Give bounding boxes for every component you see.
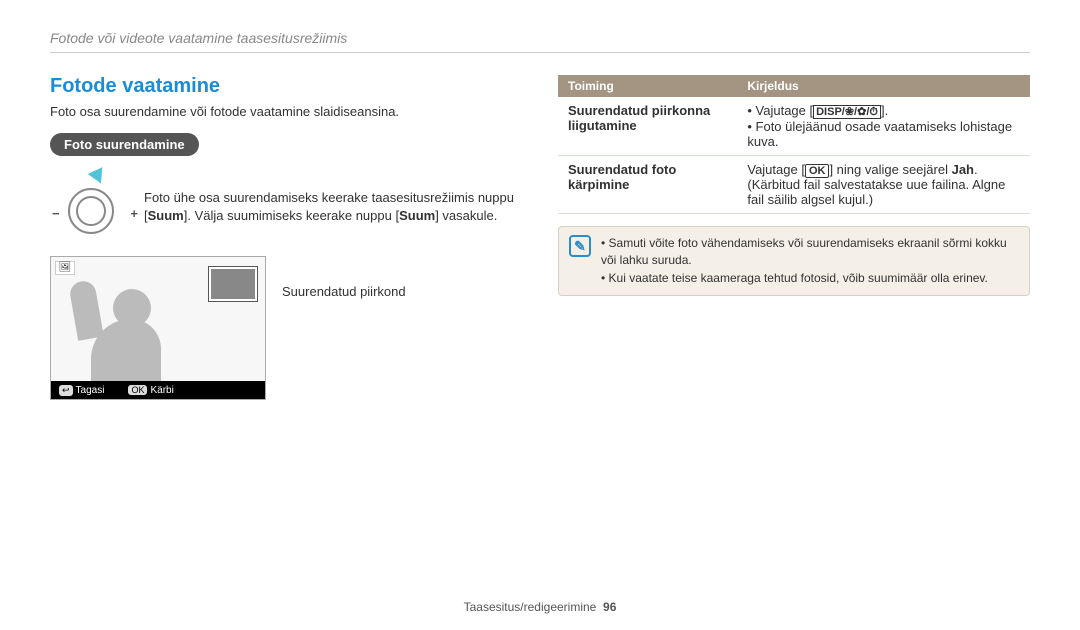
breadcrumb: Fotode või videote vaatamine taasesitusr… — [50, 30, 1030, 53]
zoom-instruction: Foto ühe osa suurendamiseks keerake taas… — [144, 189, 522, 225]
note-item: Samuti võite foto vähendamiseks või suur… — [601, 235, 1019, 270]
desc-cell: • Vajutage [DISP/❀/✿/⏱]. • Foto ülejäänu… — [737, 97, 1030, 156]
dial-icon — [68, 188, 114, 234]
minus-icon: − — [52, 206, 60, 221]
ok-icon: OK — [128, 385, 147, 395]
crop-button[interactable]: OKKärbi — [128, 385, 173, 396]
table-row: Suurendatud piirkonna liigutamine • Vaju… — [558, 97, 1030, 156]
page-footer: Taasesitus/redigeerimine 96 — [0, 600, 1080, 614]
left-column: Fotode vaatamine Foto osa suurendamine v… — [50, 75, 522, 400]
zoom-region-rectangle — [209, 267, 257, 301]
ok-icon: OK — [805, 164, 830, 178]
table-head-action: Toiming — [558, 75, 737, 97]
table-row: Suurendatud foto kärpimine Vajutage [OK]… — [558, 156, 1030, 214]
photo-preview: 🖼 ↩Tagasi OKKärbi — [50, 256, 266, 400]
action-cell: Suurendatud piirkonna liigutamine — [558, 97, 737, 156]
subsection-pill: Foto suurendamine — [50, 133, 199, 156]
intro-text: Foto osa suurendamine või fotode vaatami… — [50, 104, 522, 119]
note-box: ✎ Samuti võite foto vähendamiseks või su… — [558, 226, 1030, 296]
note-item: Kui vaatate teise kaameraga tehtud fotos… — [601, 270, 1019, 287]
back-button[interactable]: ↩Tagasi — [59, 385, 104, 396]
action-table: Toiming Kirjeldus Suurendatud piirkonna … — [558, 75, 1030, 214]
zoom-region-caption: Suurendatud piirkond — [282, 284, 406, 299]
photo-thumb-icon: 🖼 — [55, 261, 75, 275]
section-title: Fotode vaatamine — [50, 75, 522, 98]
back-icon: ↩ — [59, 385, 73, 396]
photo-footer-bar: ↩Tagasi OKKärbi — [51, 381, 265, 399]
note-icon: ✎ — [569, 235, 591, 257]
zoom-dial-illustration: − + — [50, 174, 130, 240]
table-head-desc: Kirjeldus — [737, 75, 1030, 97]
disp-icon: DISP/❀/✿/⏱ — [813, 105, 881, 119]
action-cell: Suurendatud foto kärpimine — [558, 156, 737, 214]
desc-cell: Vajutage [OK] ning valige seejärel Jah. … — [737, 156, 1030, 214]
plus-icon: + — [130, 206, 138, 221]
arrow-icon — [88, 167, 108, 186]
right-column: Toiming Kirjeldus Suurendatud piirkonna … — [558, 75, 1030, 400]
